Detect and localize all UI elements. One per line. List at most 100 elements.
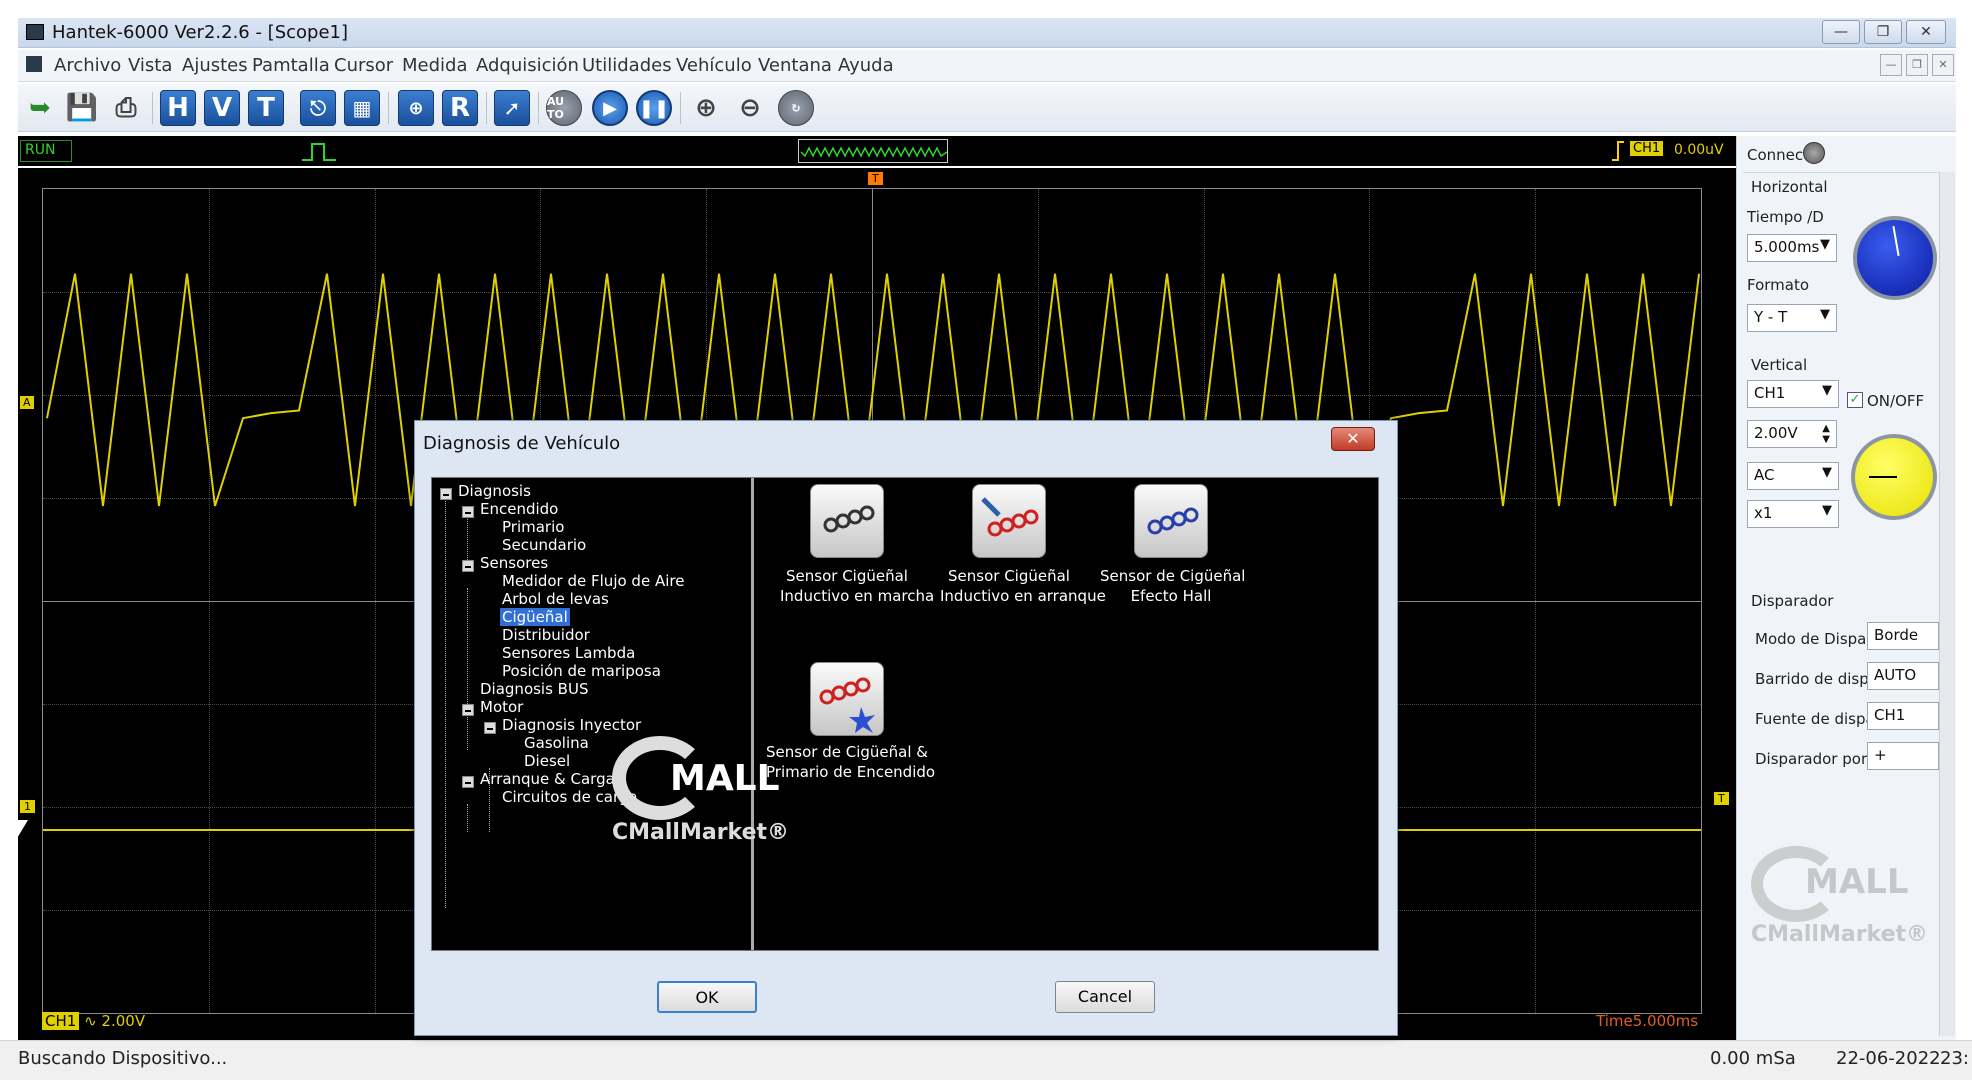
tree-sensores[interactable]: Sensores [480, 554, 548, 572]
math-icon[interactable]: ⊕ [398, 90, 434, 126]
open-icon[interactable]: ➥ [22, 90, 58, 126]
save-icon[interactable]: 💾 [64, 90, 100, 126]
crank-hall-effect-icon[interactable] [1134, 484, 1208, 558]
memory-overview[interactable] [798, 139, 948, 163]
minimize-button[interactable]: — [1822, 20, 1860, 44]
print-icon[interactable]: ⎙ [108, 90, 144, 126]
onoff-checkbox[interactable]: ✓ [1847, 392, 1863, 408]
t-button[interactable]: T [248, 90, 284, 126]
ok-button[interactable]: OK [657, 981, 757, 1013]
expand-motor-icon[interactable] [462, 704, 474, 716]
menu-utilidades[interactable]: Utilidades [582, 55, 672, 76]
toolbar: ➥ 💾 ⎙ H V T ⎋ ▦ ⊕ R ➚ AU TO ▶ ❚❚ ⊕ ⊖ ↻ [18, 84, 1956, 132]
tree-inyector[interactable]: Diagnosis Inyector [502, 716, 641, 734]
barrido-select[interactable]: AUTO [1867, 662, 1939, 690]
status-message: Buscando Dispositivo... [18, 1048, 228, 1069]
modo-select[interactable]: Borde [1867, 622, 1939, 650]
marker-ch1-ground[interactable]: 1 [20, 800, 35, 813]
volts-input[interactable]: 2.00V ▲ ▼ [1747, 420, 1837, 448]
time-scale-readout: Time5.000ms [1596, 1012, 1699, 1030]
menu-adquisicion[interactable]: Adquisición [476, 55, 579, 76]
zoom-in-icon[interactable]: ⊕ [688, 90, 724, 126]
flanco-select[interactable]: + [1867, 742, 1939, 770]
tree-secundario[interactable]: Secundario [502, 536, 586, 554]
marker-trigger-position[interactable]: T [868, 172, 883, 185]
vertical-knob[interactable] [1851, 434, 1937, 520]
zoom-reset-icon[interactable]: ↻ [778, 90, 814, 126]
status-date: 22-06-2022 [1836, 1048, 1941, 1069]
expand-sensores-icon[interactable] [462, 560, 474, 572]
menu-bar: Archivo Vista Ajustes Pamtalla Cursor Me… [18, 50, 1956, 82]
menu-ventana[interactable]: Ventana [758, 55, 832, 76]
tree-arranque[interactable]: Arranque & Carga [480, 770, 615, 788]
onoff-label: ON/OFF [1867, 392, 1925, 410]
fft-icon[interactable]: ▦ [344, 90, 380, 126]
dialog-close-button[interactable]: ✕ [1331, 427, 1375, 451]
tree-distribuidor[interactable]: Distribuidor [502, 626, 590, 644]
tree-gasolina[interactable]: Gasolina [524, 734, 589, 752]
ch1-scale-value: ∿ 2.00V [84, 1012, 146, 1030]
tree-diagnosis[interactable]: Diagnosis [458, 482, 531, 500]
run-icon[interactable]: ▶ [592, 90, 628, 126]
mdi-minimize-button[interactable]: — [1880, 54, 1902, 76]
expand-inyector-icon[interactable] [484, 722, 496, 734]
tree-motor[interactable]: Motor [480, 698, 523, 716]
cursor-icon[interactable]: ➚ [494, 90, 530, 126]
tree-bus[interactable]: Diagnosis BUS [480, 680, 588, 698]
auto-button[interactable]: AU TO [546, 90, 582, 126]
zoom-out-icon[interactable]: ⊖ [732, 90, 768, 126]
fuente-label: Fuente de dispa [1755, 710, 1875, 728]
tree-diesel[interactable]: Diesel [524, 752, 570, 770]
flanco-label: Disparador por fl [1755, 750, 1882, 768]
coupling-select[interactable]: AC ▼ [1747, 462, 1839, 490]
tree-ciguenal[interactable]: Cigüeñal [500, 608, 570, 626]
crank-and-ignition-icon[interactable] [810, 662, 884, 736]
crank-inductive-cranking-icon[interactable] [972, 484, 1046, 558]
tree-mariposa[interactable]: Posición de mariposa [502, 662, 661, 680]
mdi-restore-button[interactable]: ❐ [1906, 54, 1928, 76]
panel-watermark: MALL CMallMarket® [1751, 846, 1941, 956]
run-status: RUN [20, 140, 72, 162]
expand-diagnosis-icon[interactable] [440, 488, 452, 500]
formato-select[interactable]: Y - T ▼ [1747, 304, 1837, 332]
tiempo-select[interactable]: 5.000ms ▼ [1747, 234, 1837, 262]
menu-archivo[interactable]: Archivo [54, 55, 121, 76]
single-trigger-icon[interactable]: ⎋ [300, 90, 336, 126]
h-button[interactable]: H [160, 90, 196, 126]
menu-ayuda[interactable]: Ayuda [838, 55, 894, 76]
menu-ajustes[interactable]: Ajustes [182, 55, 248, 76]
expand-arranque-icon[interactable] [462, 776, 474, 788]
menu-medida[interactable]: Medida [402, 55, 468, 76]
formato-label: Formato [1747, 276, 1810, 294]
tree-arbol[interactable]: Arbol de levas [502, 590, 609, 608]
mdi-close-button[interactable]: ✕ [1932, 54, 1954, 76]
expand-encendido-icon[interactable] [462, 506, 474, 518]
panel-scrollbar[interactable] [1939, 172, 1955, 1036]
probe-select[interactable]: x1 ▼ [1747, 500, 1839, 528]
channel-select[interactable]: CH1 ▼ [1747, 380, 1839, 408]
menu-cursor[interactable]: Cursor [334, 55, 393, 76]
diagnosis-tree: Diagnosis Encendido Primario Secundario … [432, 478, 754, 950]
r-button[interactable]: R [442, 90, 478, 126]
menu-vista[interactable]: Vista [128, 55, 172, 76]
tree-primario[interactable]: Primario [502, 518, 564, 536]
marker-a[interactable]: A [20, 396, 34, 409]
status-bar: Buscando Dispositivo... 0.00 mSa 22-06-2… [0, 1040, 1972, 1080]
tree-encendido[interactable]: Encendido [480, 500, 558, 518]
cancel-button[interactable]: Cancel [1055, 981, 1155, 1013]
connect-indicator[interactable] [1803, 142, 1825, 164]
icon-label-inductive-running: Sensor Cigüeñal Inductivo en marcha [780, 567, 935, 605]
fuente-select[interactable]: CH1 [1867, 702, 1939, 730]
pause-icon[interactable]: ❚❚ [636, 90, 672, 126]
horizontal-knob[interactable] [1853, 216, 1937, 300]
maximize-button[interactable]: ❐ [1864, 20, 1902, 44]
menu-vehiculo[interactable]: Vehículo [676, 55, 752, 76]
title-bar: Hantek-6000 Ver2.2.6 - [Scope1] — ❐ ✕ [18, 18, 1956, 48]
crank-inductive-running-icon[interactable] [810, 484, 884, 558]
marker-trigger-level[interactable]: T [1714, 792, 1729, 805]
tree-lambda[interactable]: Sensores Lambda [502, 644, 635, 662]
menu-pamtalla[interactable]: Pamtalla [252, 55, 330, 76]
v-button[interactable]: V [204, 90, 240, 126]
tree-medidor[interactable]: Medidor de Flujo de Aire [502, 572, 684, 590]
close-window-button[interactable]: ✕ [1906, 20, 1946, 44]
